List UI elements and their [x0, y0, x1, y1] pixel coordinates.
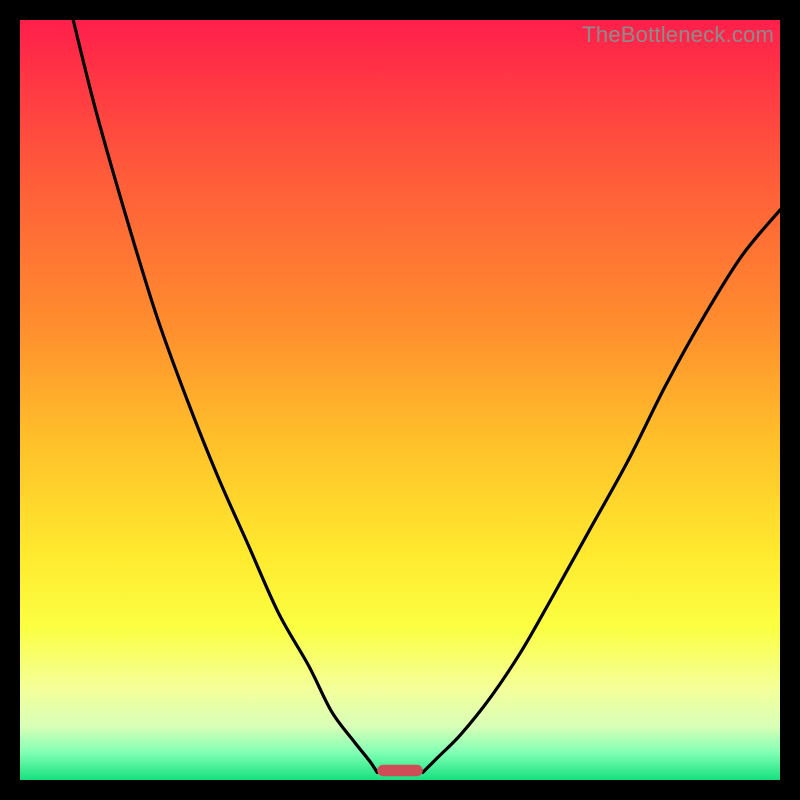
watermark-text: TheBottleneck.com	[582, 22, 774, 48]
optimum-marker	[377, 765, 423, 776]
gradient-background	[20, 20, 780, 780]
chart-frame: TheBottleneck.com	[20, 20, 780, 780]
chart-canvas	[20, 20, 780, 780]
